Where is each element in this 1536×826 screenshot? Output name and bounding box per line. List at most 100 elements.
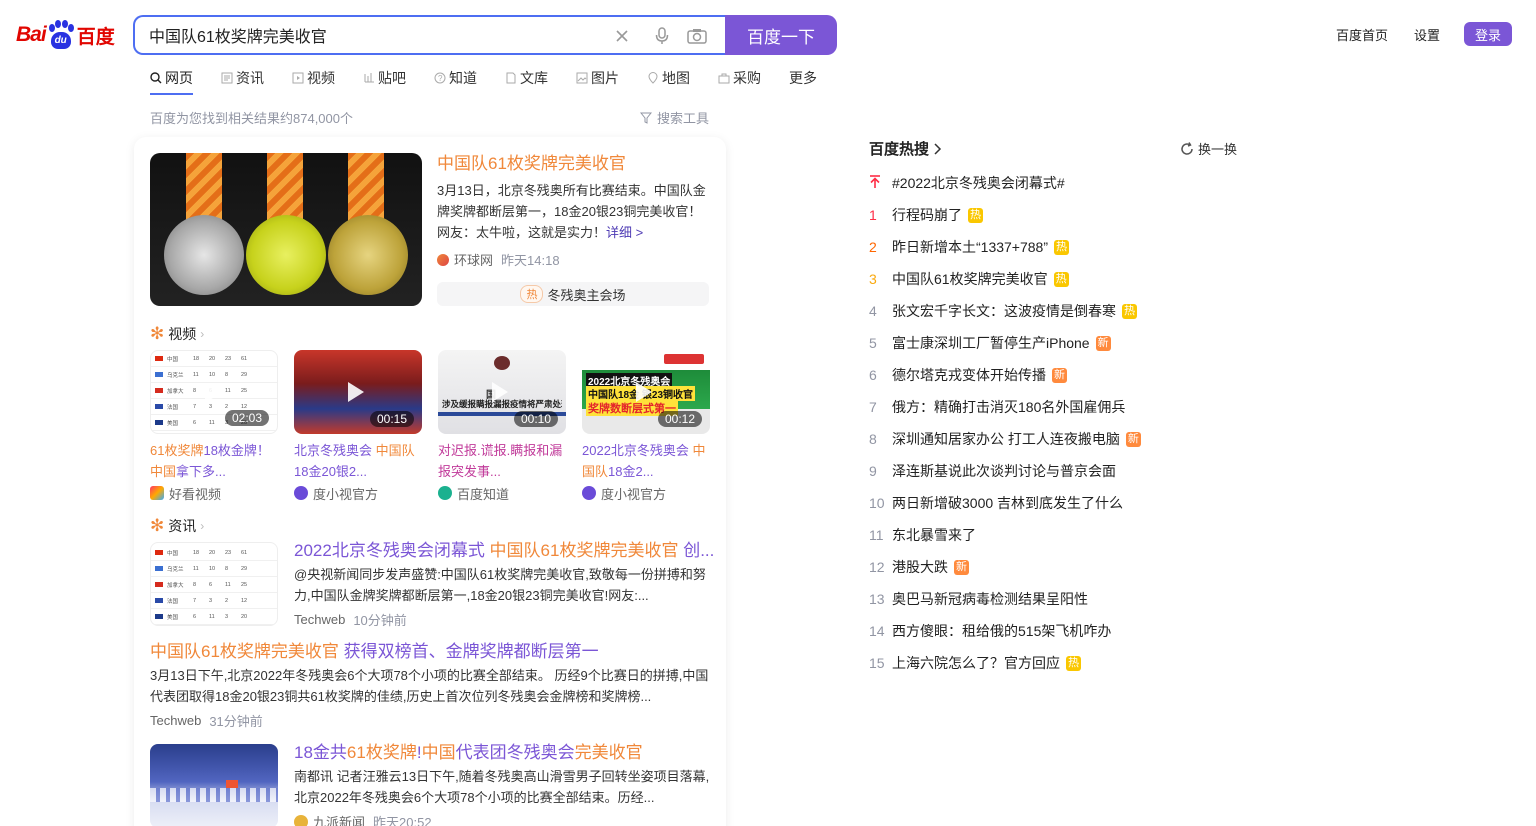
medal-table-cell: 18 — [193, 549, 200, 556]
hot-search-item[interactable]: 3 中国队61枚奖牌完美收官热 — [869, 263, 1141, 295]
medals-image[interactable] — [150, 153, 422, 306]
hot-search-item[interactable]: #2022北京冬残奥会闭幕式# — [869, 167, 1141, 199]
tab-news[interactable]: 资讯 — [221, 68, 264, 88]
video-section-heading[interactable]: ✻ 视频 › — [150, 324, 204, 344]
hot-rank: 5 — [869, 335, 877, 351]
search-tabs: 网页 资讯 视频 贴吧 ? 知道 文库 图片 地图 采购 更多 — [150, 68, 817, 95]
tab-wenku[interactable]: 文库 — [505, 68, 548, 88]
hot-search-heading[interactable]: 百度热搜 — [869, 138, 942, 159]
flag-icon — [155, 404, 163, 409]
medal-table-cell: 乌克兰 — [167, 372, 184, 379]
medal-table-cell: 18 — [193, 355, 200, 362]
refresh-button[interactable]: 换一换 — [1180, 139, 1237, 158]
hot-search-item[interactable]: 5 富士康深圳工厂暂停生产iPhone 新 — [869, 327, 1141, 359]
duxiaoshi-logo-icon — [582, 486, 596, 500]
video-icon — [292, 72, 304, 84]
logo-text-left: Bai — [16, 23, 47, 46]
flag-icon — [155, 598, 163, 603]
hot-search-item[interactable]: 11 东北暴雪来了 — [869, 519, 1141, 551]
news-abstract: @央视新闻同步发声盛赞:中国队61枚奖牌完美收官,致敬每一份拼搏和努力,中国队金… — [294, 567, 706, 603]
play-icon — [636, 382, 652, 402]
medal-table-row: 加拿大 8 6 11 25 — [151, 577, 277, 593]
hot-search-item[interactable]: 9 泽连斯基说此次谈判讨论与普京会面 — [869, 455, 1141, 487]
question-icon: ? — [434, 72, 446, 84]
hot-search-item[interactable]: 8 深圳通知居家办公 打工人连夜搬电脑新 — [869, 423, 1141, 455]
medal-table-cell: 美国 — [167, 420, 179, 427]
pinned-top-icon — [869, 174, 892, 192]
news-title[interactable]: 2022北京冬残奥会闭幕式 中国队61枚奖牌完美收官 创... — [294, 540, 714, 562]
tab-web[interactable]: 网页 — [150, 68, 193, 95]
medal-table-cell: 3 — [225, 613, 229, 620]
tab-map[interactable]: 地图 — [647, 68, 690, 88]
baidu-logo[interactable]: Bai du 百度 — [16, 18, 120, 52]
medal-table-cell: 法国 — [167, 404, 179, 411]
news-title[interactable]: 中国队61枚奖牌完美收官 获得双榜首、金牌奖牌都断层第一 — [150, 641, 599, 663]
medal-table-cell: 7 — [193, 597, 197, 604]
tab-shopping[interactable]: 采购 — [718, 68, 761, 88]
new-badge: 新 — [1095, 335, 1111, 351]
hot-badge: 热 — [1122, 303, 1137, 319]
video-card[interactable]: 中国 18 20 23 61 乌克兰 11 10 8 29 加拿大 8 6 11 25 法国 7 3 2 12 美国 6 1… — [150, 350, 278, 504]
hot-search-item[interactable]: 4 张文宏千字长文：这波疫情是倒春寒热 — [869, 295, 1141, 327]
hot-rank: 4 — [869, 303, 877, 319]
hot-rank: 13 — [869, 591, 885, 607]
tab-images[interactable]: 图片 — [576, 68, 619, 88]
news-section-heading[interactable]: ✻ 资讯 › — [150, 516, 204, 536]
tab-label: 视频 — [307, 70, 335, 86]
medal-table-cell: 23 — [225, 549, 232, 556]
top-result-title[interactable]: 中国队61枚奖牌完美收官 — [437, 153, 626, 175]
search-button[interactable]: 百度一下 — [725, 15, 837, 55]
medal-table-cell: 61 — [241, 549, 248, 556]
medal-table-cell: 12 — [241, 597, 248, 604]
video-card[interactable]: 2022北京冬残奥会 中国队18金 银23铜收官 奖牌数断层式第一 00:12 … — [582, 350, 710, 504]
hot-search-item[interactable]: 13 奥巴马新冠病毒检测结果呈阳性 — [869, 583, 1141, 615]
hot-search-item[interactable]: 2 昨日新增本土“1337+788” 热 — [869, 231, 1141, 263]
microphone-icon[interactable] — [651, 25, 673, 47]
search-input[interactable] — [149, 17, 589, 53]
hot-search-text: 东北暴雪来了 — [892, 527, 976, 543]
video-card[interactable]: 国 涉及缓报瞒报漏报疫情将严肃处理 00:10 对迟报.谎报.瞒报和漏报突发事.… — [438, 350, 566, 504]
play-icon — [348, 382, 364, 402]
new-badge: 新 — [1125, 431, 1141, 447]
medal-table-cell: 10 — [209, 371, 216, 378]
medal-table-cell: 法国 — [167, 598, 179, 605]
medal-table-cell: 6 — [193, 613, 197, 620]
video-duration: 00:10 — [513, 411, 558, 427]
video-card[interactable]: 00:15 北京冬残奥会 中国队18金20银2... 度小视官方 — [294, 350, 422, 504]
details-link[interactable]: 详细 > — [606, 225, 643, 240]
hot-search-item[interactable]: 14 西方傻眼：租给俄的515架飞机咋办 — [869, 615, 1141, 647]
top-result-source[interactable]: 环球网 昨天14:18 — [437, 250, 560, 269]
hot-search-text: 奥巴马新冠病毒检测结果呈阳性 — [892, 591, 1088, 607]
news-thumbnail[interactable] — [150, 744, 278, 826]
login-button[interactable]: 登录 — [1464, 22, 1512, 46]
hot-search-text: 俄方：精确打击消灭180名外国雇佣兵 — [892, 399, 1126, 415]
search-tools-button[interactable]: 搜索工具 — [640, 108, 709, 127]
hot-search-item[interactable]: 6 德尔塔克戎变体开始传播新 — [869, 359, 1141, 391]
medal-table-cell: 11 — [225, 387, 231, 394]
tab-video[interactable]: 视频 — [292, 68, 335, 88]
flag-icon — [155, 356, 163, 361]
new-badge: 新 — [954, 559, 969, 575]
hot-search-item[interactable]: 12 港股大跌新 — [869, 551, 1141, 583]
topic-chip[interactable]: 热 冬残奥主会场 — [437, 282, 709, 306]
tab-tieba[interactable]: 贴吧 — [363, 68, 406, 88]
hot-search-item[interactable]: 10 两日新增破3000 吉林到底发生了什么 — [869, 487, 1141, 519]
hot-search-item[interactable]: 1 行程码崩了热 — [869, 199, 1141, 231]
news-thumbnail[interactable]: 中国 18 20 23 61 乌克兰 11 10 8 29 加拿大 8 6 11 25 法国 7 3 2 12 美国 6 1… — [150, 542, 278, 626]
tab-zhidao[interactable]: ? 知道 — [434, 68, 477, 88]
tab-label: 资讯 — [236, 70, 264, 86]
news-source: Techweb 10分钟前 — [294, 612, 407, 628]
hot-search-item[interactable]: 7 俄方：精确打击消灭180名外国雇佣兵 — [869, 391, 1141, 423]
hot-tag: 热 — [520, 285, 544, 303]
topic-chip-label: 冬残奥主会场 — [547, 287, 626, 303]
tab-more[interactable]: 更多 — [789, 68, 817, 88]
svg-text:?: ? — [438, 74, 443, 83]
settings-link[interactable]: 设置 — [1414, 25, 1440, 44]
hot-search-item[interactable]: 15 上海六院怎么了？官方回应热 — [869, 647, 1141, 679]
camera-icon[interactable] — [686, 25, 708, 47]
clear-icon[interactable] — [611, 25, 633, 47]
news-title[interactable]: 18金共61枚奖牌!中国代表团冬残奥会完美收官 — [294, 742, 643, 764]
home-link[interactable]: 百度首页 — [1336, 25, 1388, 44]
tab-label: 网页 — [165, 70, 193, 86]
video-source: 度小视官方 — [582, 482, 710, 504]
